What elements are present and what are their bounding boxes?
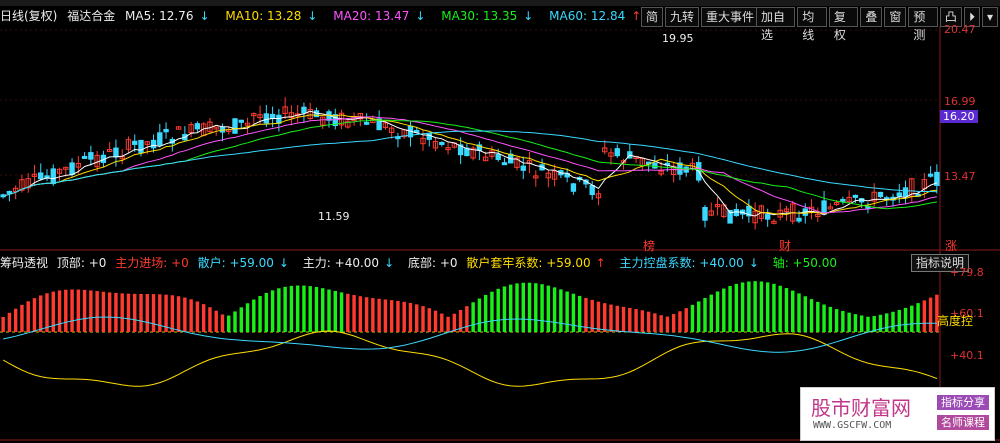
candle-body <box>232 118 238 134</box>
add-favorite-button[interactable]: 加自选 <box>756 7 796 42</box>
adjust-button[interactable]: 复权 <box>828 7 859 42</box>
candle-body <box>589 184 595 196</box>
candle-body <box>927 173 934 177</box>
ma5-value: MA5: 12.76 ↓ <box>125 9 210 23</box>
indicator-main-coef: 主力控盘系数: +40.00 ↓ <box>619 256 759 270</box>
candle-body <box>50 168 56 185</box>
candlesticks <box>0 97 940 230</box>
candle-body <box>301 106 307 114</box>
ind-axis-1: +79.8 <box>950 266 984 279</box>
major-events-button[interactable]: 重大事件 <box>701 7 760 27</box>
ma-line <box>2 119 937 210</box>
indicator-top: 顶部: +0 <box>56 256 107 270</box>
indicator-main-in: 主力进场: +0 <box>115 256 189 270</box>
ma-lines <box>2 110 938 217</box>
indicator-lines <box>2 316 938 387</box>
price-axis-2: 16.99 <box>944 95 976 108</box>
candle-body <box>501 162 508 166</box>
candle-body <box>702 206 708 221</box>
candle-body <box>896 192 902 197</box>
candle-body <box>238 119 244 123</box>
forecast-button[interactable]: 预测 <box>908 7 938 42</box>
high-price-label: 19.95 <box>662 32 694 45</box>
candle-body <box>38 172 44 180</box>
candle-body <box>132 140 138 145</box>
simple-button[interactable]: 简 <box>641 7 664 27</box>
ma-line <box>2 114 937 216</box>
indicator-retail: 散户: +59.00 ↓ <box>197 256 289 270</box>
indicator-name[interactable]: 筹码透视 <box>0 256 48 270</box>
candle-body <box>877 191 884 198</box>
candle-body <box>81 155 88 159</box>
candle-body <box>163 128 169 133</box>
ma10-value: MA10: 13.28 ↓ <box>225 9 318 23</box>
period-label[interactable]: 日线(复权) <box>0 9 57 23</box>
indicator-annotation: 高度控 <box>937 314 974 328</box>
price-axis-1: 20.47 <box>944 23 976 36</box>
nine-turn-button[interactable]: 九转 <box>665 7 700 27</box>
candle-body <box>570 183 577 192</box>
candle-body <box>88 152 94 160</box>
ma60-value: MA60: 12.84 ↑ <box>549 9 642 23</box>
indicator-main: 主力: +40.00 ↓ <box>302 256 395 270</box>
candle-body <box>652 162 658 169</box>
retail-line <box>2 330 938 387</box>
chart-canvas <box>0 26 1000 441</box>
candle-body <box>363 121 370 125</box>
candle-body <box>69 162 75 176</box>
candle-body <box>150 139 157 149</box>
low-price-label: 11.59 <box>318 210 350 223</box>
candle-body <box>840 198 846 202</box>
ma20-value: MA20: 13.47 ↓ <box>333 9 426 23</box>
price-axis-3: 13.47 <box>944 170 976 183</box>
more-dropdown-icon[interactable]: ▾ <box>981 7 998 27</box>
marker-finance[interactable]: 财 <box>779 237 791 254</box>
candle-body <box>276 114 282 124</box>
candle-body <box>263 113 270 124</box>
stock-name: 福达合金 <box>67 9 116 23</box>
candle-body <box>269 113 276 119</box>
indicator-axis-value: 轴: +50.00 <box>772 256 837 270</box>
watermark-title: 股市财富网 <box>811 396 911 420</box>
candle-body <box>614 148 620 157</box>
candle-body <box>138 139 144 154</box>
watermark-url: WWW.GSCFW.COM <box>813 420 892 431</box>
candle-body <box>520 165 526 171</box>
ind-axis-3: +40.1 <box>950 349 984 362</box>
window-button[interactable]: 窗 <box>884 7 907 27</box>
ma-button[interactable]: 均线 <box>797 7 827 42</box>
candle-body <box>113 147 119 158</box>
watermark: 股市财富网 WWW.GSCFW.COM 指标分享 名师课程 <box>800 387 995 441</box>
candle-body <box>495 153 501 160</box>
grid-lines <box>0 26 1000 441</box>
candle-body <box>852 194 859 198</box>
current-price-tag: 16.20 <box>940 110 978 123</box>
candle-body <box>764 214 771 220</box>
candle-body <box>733 208 740 217</box>
ma30-value: MA30: 13.35 ↓ <box>441 9 534 23</box>
indicator-header: 筹码透视 顶部: +0 主力进场: +0 散户: +59.00 ↓ 主力: +40… <box>0 254 842 270</box>
indicator-bottom: 底部: +0 <box>407 256 458 270</box>
watermark-tag-courses[interactable]: 名师课程 <box>937 415 989 430</box>
marker-list[interactable]: 榜 <box>643 237 655 254</box>
kline-header: 日线(复权) 福达合金 MA5: 12.76 ↓ MA10: 13.28 ↓ MA2… <box>0 7 641 25</box>
candle-body <box>902 187 909 197</box>
candle-body <box>6 190 13 194</box>
indicator-bars <box>1 281 939 332</box>
marker-rise[interactable]: 涨 <box>945 237 957 254</box>
indicator-retail-coef: 散户套牢系数: +59.00 ↑ <box>466 256 606 270</box>
candle-body <box>796 217 802 222</box>
watermark-tag-indicators[interactable]: 指标分享 <box>937 395 989 410</box>
candle-body <box>439 141 445 145</box>
overlay-button[interactable]: 叠 <box>860 7 883 27</box>
candle-body <box>157 132 163 146</box>
candle-body <box>194 123 201 130</box>
